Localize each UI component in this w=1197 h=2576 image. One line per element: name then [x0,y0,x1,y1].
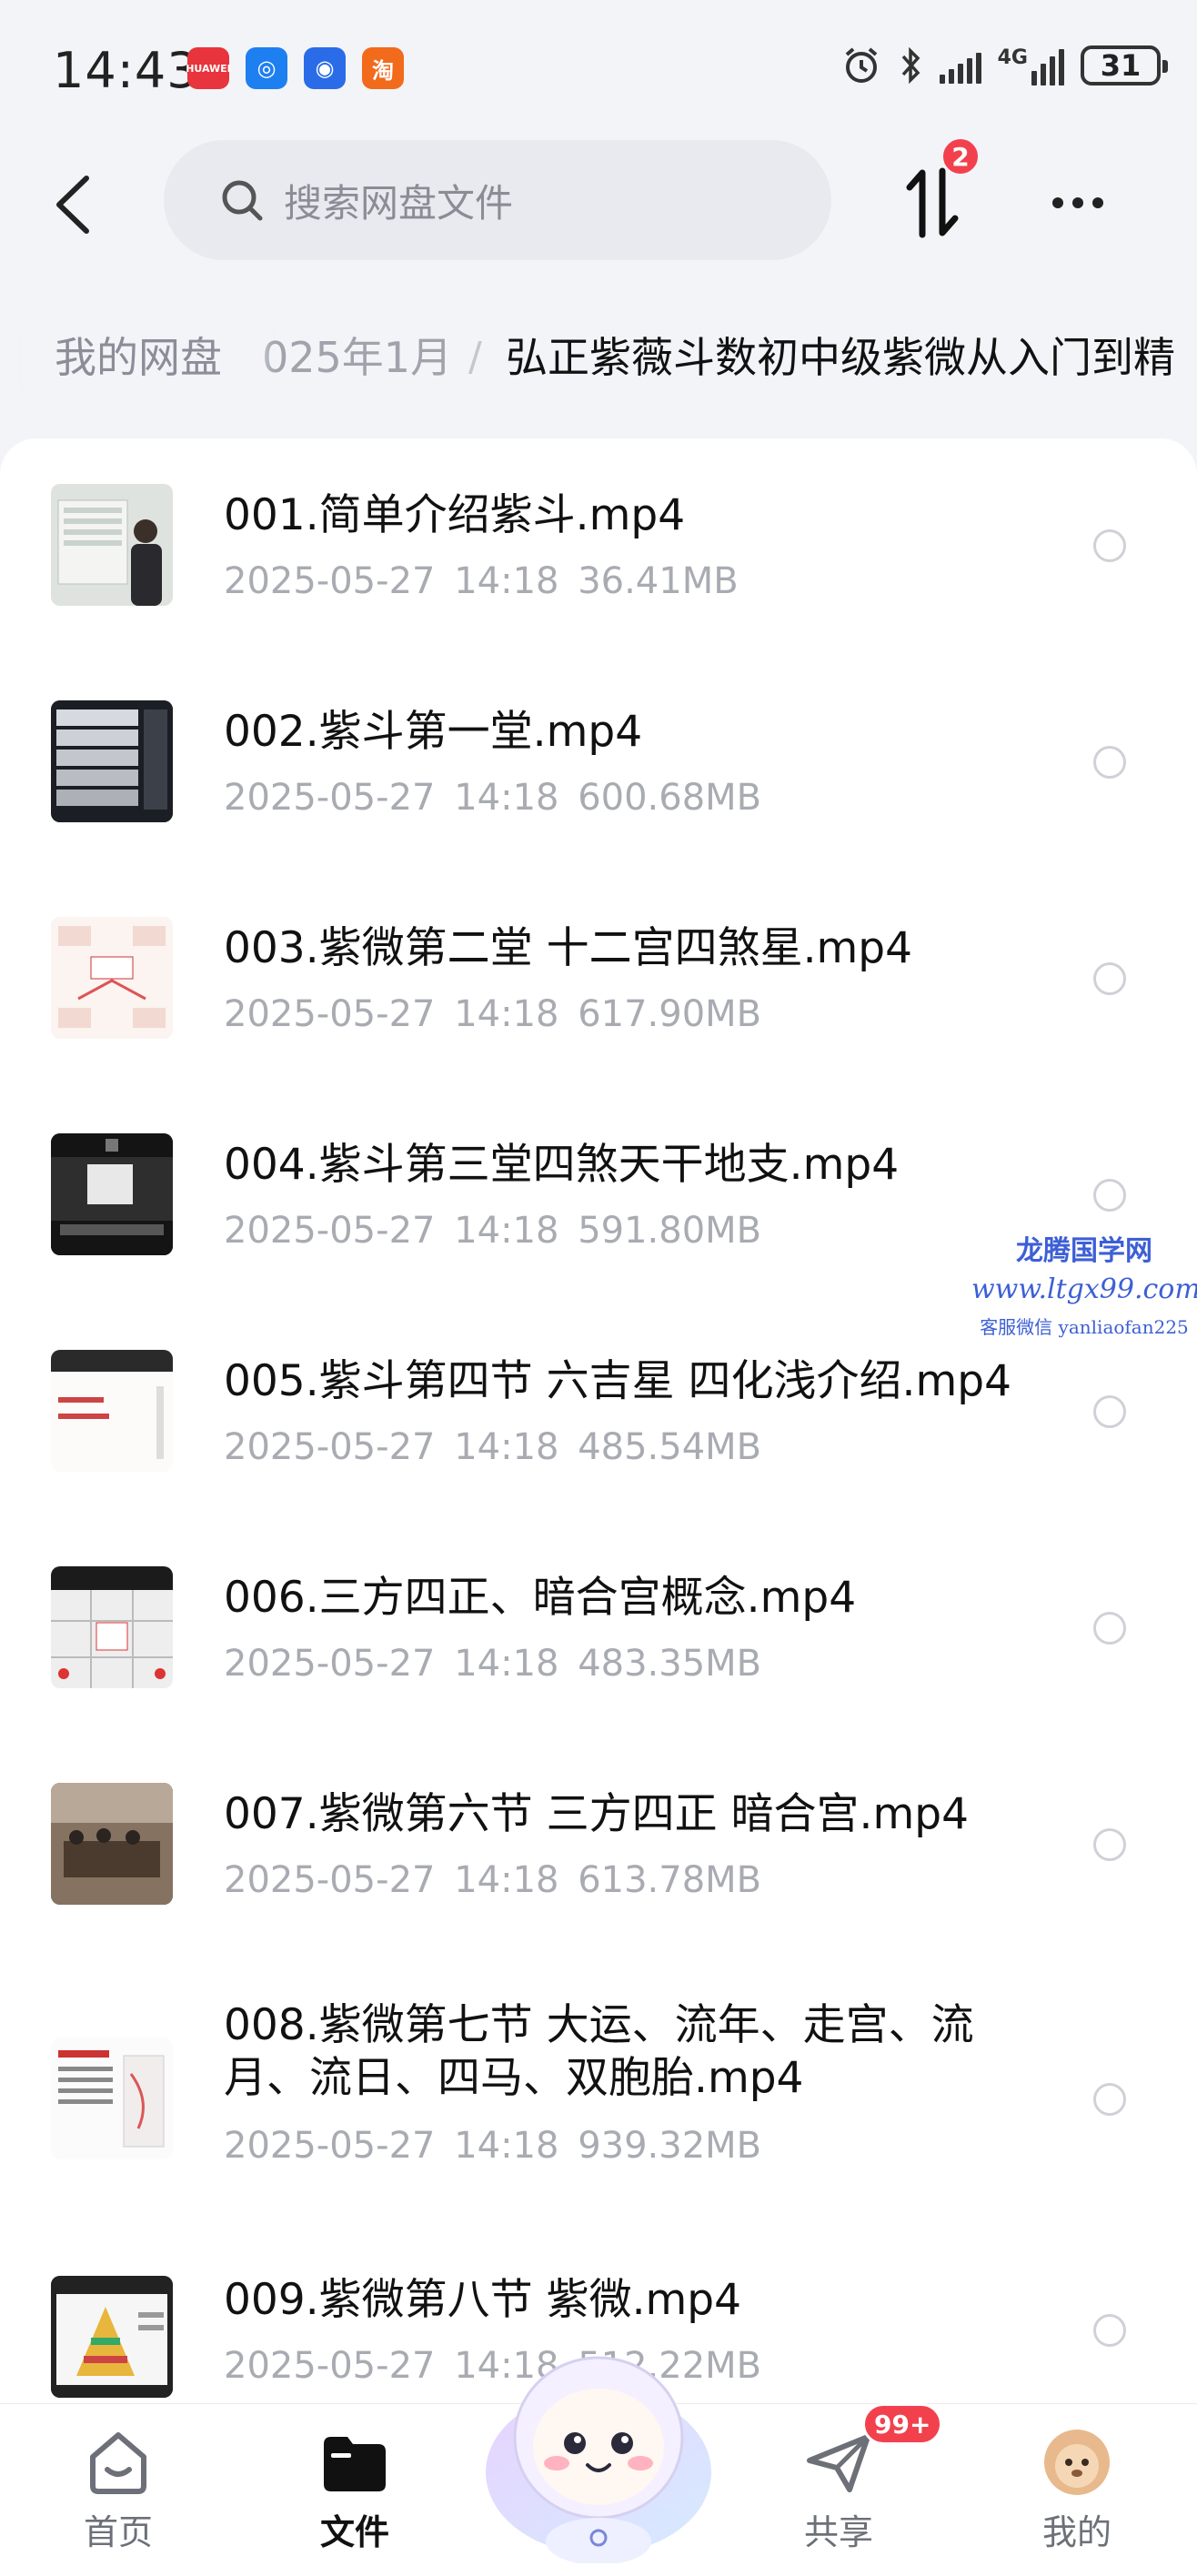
bluetooth-icon [901,46,920,85]
transfer-arrows-icon [906,167,959,238]
status-bar: 14:43 HUAWEI ◎ ◉ 淘 4G 31 [0,0,1197,136]
breadcrumb-item-year[interactable]: 025年1月 [262,317,452,398]
breadcrumb: 025年1月 / 弘正紫薇斗数初中级紫微从入门到精 我的网盘 [0,309,1197,409]
file-meta: 2025-05-27 14:18 591.80MB [224,1210,762,1252]
mascot-icon [486,2356,711,2565]
transfer-count-badge: 2 [940,136,981,176]
nav-label-mine: 我的 [1041,2512,1112,2552]
nav-tab-home[interactable]: 首页 [45,2426,191,2562]
network-type: 4G [997,45,1028,69]
status-indicators: 4G 31 [841,45,1168,86]
video-thumbnail [51,2276,173,2398]
top-bar: 搜索网盘文件 2 [0,136,1197,268]
more-options-button[interactable] [1037,162,1119,244]
folder-icon [324,2437,386,2491]
watermark-contact: 客服微信 yanliaofan225 [980,1316,1189,1338]
breadcrumb-separator: / [468,334,482,380]
4g-signal-icon: 4G [998,46,1064,86]
breadcrumb-root[interactable]: 我的网盘 [24,317,253,398]
watermark-title: 龙腾国学网 [1016,1235,1152,1267]
battery-icon: 31 [1081,45,1168,86]
alarm-icon [845,47,877,83]
file-name: 006.三方四正、暗合宫概念.mp4 [224,1573,857,1623]
file-name: 003.紫微第二堂 十二宫四煞星.mp4 [224,923,913,973]
video-thumbnail [51,700,173,822]
select-radio[interactable] [1093,1179,1126,1212]
nav-tab-files[interactable]: 文件 [282,2426,428,2562]
file-name: 008.紫微第七节 大运、流年、走宫、流月、流日、四马、双胞胎.mp4 [224,2000,974,2103]
file-row[interactable]: 003.紫微第二堂 十二宫四煞星.mp4 2025-05-27 14:18 61… [0,871,1197,1088]
file-row[interactable]: 006.三方四正、暗合宫概念.mp4 2025-05-27 14:18 483.… [0,1521,1197,1737]
file-meta: 2025-05-27 14:18 617.90MB [224,993,762,1035]
video-thumbnail [51,917,173,1039]
file-name: 007.紫微第六节 三方四正 暗合宫.mp4 [224,1789,969,1839]
video-thumbnail [51,2038,173,2159]
file-name: 005.紫斗第四节 六吉星 四化浅介绍.mp4 [224,1356,1011,1406]
file-meta: 2025-05-27 14:18 483.35MB [224,1643,762,1685]
home-icon [90,2432,146,2494]
dot-icon [1072,197,1083,208]
avatar-icon [1044,2430,1110,2495]
file-name: 001.简单介绍紫斗.mp4 [224,490,686,540]
ai-assistant-mascot-button[interactable] [482,2336,715,2565]
breadcrumb-current-folder: 弘正紫薇斗数初中级紫微从入门到精 [506,333,1175,382]
chevron-left-icon [56,176,89,234]
file-row[interactable]: 002.紫斗第一堂.mp4 2025-05-27 14:18 600.68MB [0,655,1197,871]
file-row[interactable]: 007.紫微第六节 三方四正 暗合宫.mp4 2025-05-27 14:18 … [0,1737,1197,1954]
select-radio[interactable] [1093,529,1126,562]
select-radio[interactable] [1093,2083,1126,2116]
nav-tab-mine[interactable]: 我的 [1004,2426,1150,2562]
select-radio[interactable] [1093,1395,1126,1428]
nav-label-home: 首页 [83,2512,153,2552]
file-name: 009.紫微第八节 紫微.mp4 [224,2275,742,2325]
status-time: 14:43 [53,42,199,99]
file-meta: 2025-05-27 14:18 939.32MB [224,2125,762,2167]
video-thumbnail [51,1350,173,1472]
search-placeholder: 搜索网盘文件 [284,180,514,226]
signal-icon [939,47,981,84]
file-list: 001.简单介绍紫斗.mp4 2025-05-27 14:18 36.41MB … [0,438,1197,2403]
search-input[interactable]: 搜索网盘文件 [164,140,831,260]
share-count-badge: 99+ [862,2403,943,2445]
select-radio[interactable] [1093,2314,1126,2347]
file-name: 002.紫斗第一堂.mp4 [224,707,643,757]
watermark-url: www.ltgx99.com [971,1273,1197,1305]
video-thumbnail [51,1783,173,1905]
video-thumbnail [51,1133,173,1255]
file-row[interactable]: 001.简单介绍紫斗.mp4 2025-05-27 14:18 36.41MB [0,438,1197,655]
search-icon [222,180,263,221]
notification-app-icons: HUAWEI ◎ ◉ 淘 [186,47,404,89]
video-thumbnail [51,1566,173,1688]
select-radio[interactable] [1093,746,1126,779]
select-radio[interactable] [1093,1612,1126,1645]
back-button[interactable] [40,164,104,246]
dot-icon [1092,197,1103,208]
file-meta: 2025-05-27 14:18 485.54MB [224,1426,762,1468]
send-icon [807,2434,870,2492]
video-thumbnail [51,484,173,606]
dot-icon [1052,197,1063,208]
file-meta: 2025-05-27 14:18 600.68MB [224,777,762,819]
nav-label-files: 文件 [319,2512,389,2552]
taobao-app-icon: 淘 [362,47,404,89]
blue-app-icon: ◎ [246,47,287,89]
nav-label-share: 共享 [803,2512,873,2552]
file-meta: 2025-05-27 14:18 613.78MB [224,1859,762,1901]
select-radio[interactable] [1093,962,1126,995]
huawei-app-icon: HUAWEI [186,47,231,89]
file-meta: 2025-05-27 14:18 36.41MB [224,560,739,602]
file-name: 004.紫斗第三堂四煞天干地支.mp4 [224,1140,900,1190]
watermark: 龙腾国学网 www.ltgx99.com 客服微信 yanliaofan225 [971,1228,1197,1339]
file-row[interactable]: 008.紫微第七节 大运、流年、走宫、流月、流日、四马、双胞胎.mp4 2025… [0,1954,1197,2223]
nav-tab-share[interactable]: 共享 [766,2426,911,2562]
select-radio[interactable] [1093,1828,1126,1861]
browser-app-icon: ◉ [304,47,346,89]
